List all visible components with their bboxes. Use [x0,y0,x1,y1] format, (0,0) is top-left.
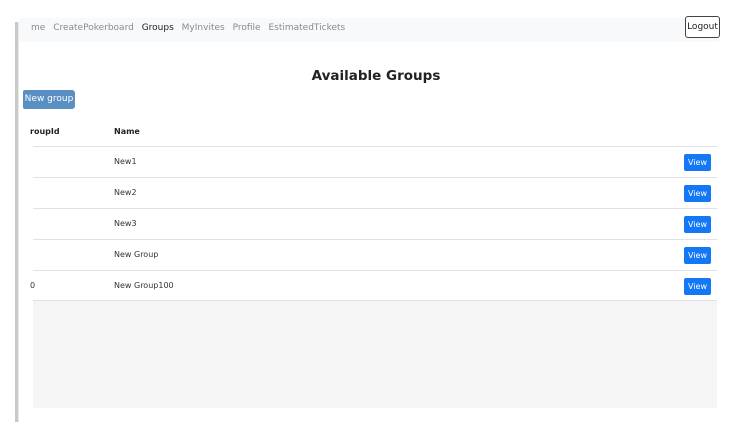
top-navbar: me CreatePokerboard Groups MyInvites Pro… [19,18,719,42]
view-button[interactable]: View [684,278,711,295]
table-row: New1 View [33,146,717,177]
browser-viewport: me CreatePokerboard Groups MyInvites Pro… [19,0,733,422]
view-button[interactable]: View [684,247,711,264]
cell-group-name: New Group100 [114,281,174,290]
nav-link-profile[interactable]: Profile [233,23,261,33]
view-button[interactable]: View [684,216,711,233]
table-row: New2 View [33,177,717,208]
nav-link-home[interactable]: me [31,23,45,33]
table-row: New Group View [33,239,717,270]
column-header-group-id: roupId [30,127,60,136]
cell-group-id: 0 [30,281,36,290]
cell-group-name: New Group [114,250,159,259]
nav-link-create-pokerboard[interactable]: CreatePokerboard [53,23,134,33]
view-button[interactable]: View [684,154,711,171]
nav-link-groups[interactable]: Groups [142,23,174,33]
empty-content-area [33,300,717,408]
cell-group-name: New2 [114,188,137,197]
view-button[interactable]: View [684,185,711,202]
table-row: 0 New Group100 View [30,270,717,301]
logout-button[interactable]: Logout [685,16,720,38]
nav-link-estimated-tickets[interactable]: EstimatedTickets [268,23,345,33]
table-row: New3 View [33,208,717,239]
nav-links: me CreatePokerboard Groups MyInvites Pro… [31,23,350,33]
table-bottom-border [33,300,717,301]
cell-group-name: New3 [114,219,137,228]
page-title: Available Groups [311,68,441,84]
cell-group-name: New1 [114,157,137,166]
column-header-name: Name [114,127,140,136]
new-group-button[interactable]: New group [23,90,75,109]
nav-link-my-invites[interactable]: MyInvites [182,23,225,33]
